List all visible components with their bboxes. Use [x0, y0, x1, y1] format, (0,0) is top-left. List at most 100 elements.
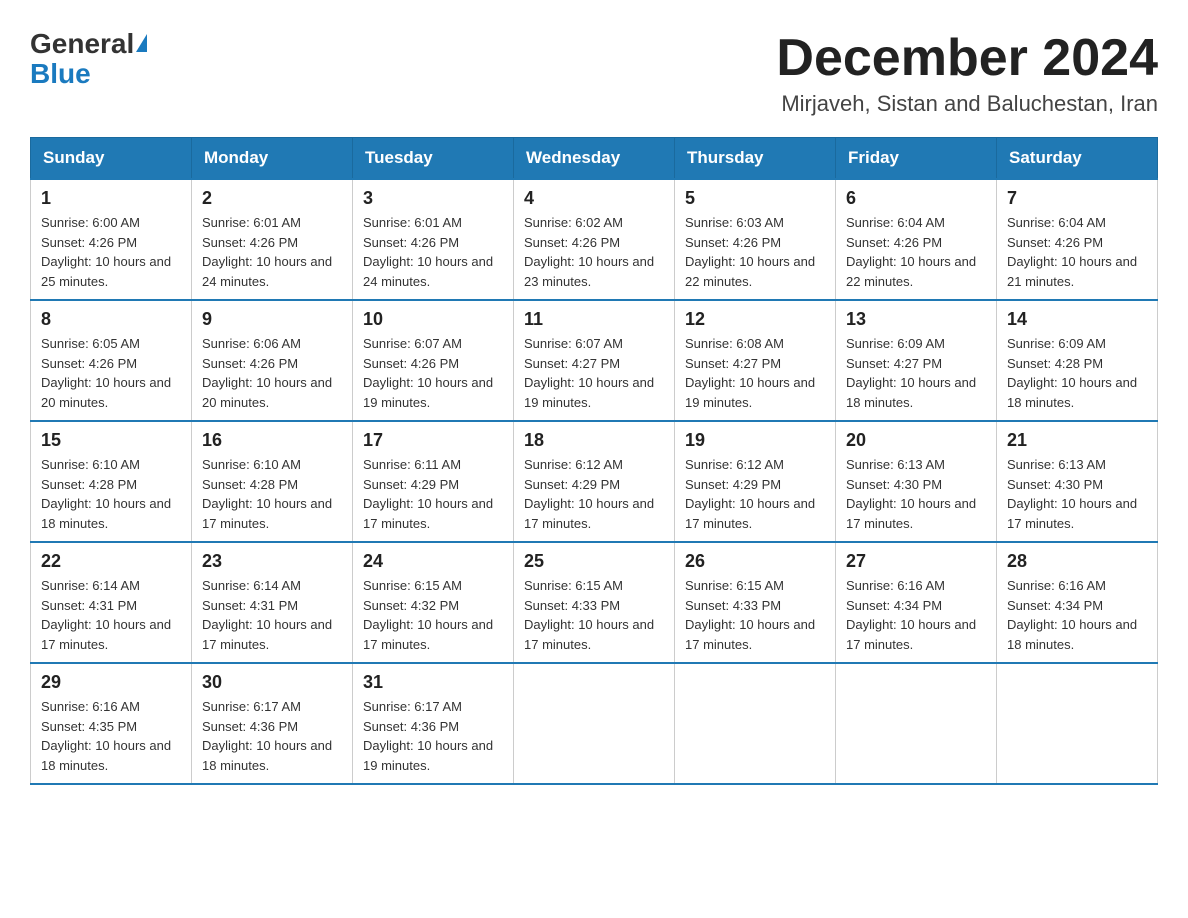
calendar-cell: 31 Sunrise: 6:17 AMSunset: 4:36 PMDaylig…	[353, 663, 514, 784]
day-info: Sunrise: 6:02 AMSunset: 4:26 PMDaylight:…	[524, 215, 654, 289]
day-info: Sunrise: 6:13 AMSunset: 4:30 PMDaylight:…	[1007, 457, 1137, 531]
day-info: Sunrise: 6:00 AMSunset: 4:26 PMDaylight:…	[41, 215, 171, 289]
day-number: 17	[363, 430, 503, 451]
day-number: 22	[41, 551, 181, 572]
day-info: Sunrise: 6:16 AMSunset: 4:34 PMDaylight:…	[846, 578, 976, 652]
week-row-2: 8 Sunrise: 6:05 AMSunset: 4:26 PMDayligh…	[31, 300, 1158, 421]
page-header: General Blue December 2024 Mirjaveh, Sis…	[30, 30, 1158, 117]
day-info: Sunrise: 6:16 AMSunset: 4:35 PMDaylight:…	[41, 699, 171, 773]
week-row-5: 29 Sunrise: 6:16 AMSunset: 4:35 PMDaylig…	[31, 663, 1158, 784]
day-number: 31	[363, 672, 503, 693]
day-number: 26	[685, 551, 825, 572]
calendar-cell: 1 Sunrise: 6:00 AMSunset: 4:26 PMDayligh…	[31, 179, 192, 300]
calendar-cell: 6 Sunrise: 6:04 AMSunset: 4:26 PMDayligh…	[836, 179, 997, 300]
day-info: Sunrise: 6:03 AMSunset: 4:26 PMDaylight:…	[685, 215, 815, 289]
header-wednesday: Wednesday	[514, 138, 675, 180]
header-saturday: Saturday	[997, 138, 1158, 180]
calendar-cell: 5 Sunrise: 6:03 AMSunset: 4:26 PMDayligh…	[675, 179, 836, 300]
week-row-1: 1 Sunrise: 6:00 AMSunset: 4:26 PMDayligh…	[31, 179, 1158, 300]
day-number: 5	[685, 188, 825, 209]
calendar-cell: 23 Sunrise: 6:14 AMSunset: 4:31 PMDaylig…	[192, 542, 353, 663]
day-number: 6	[846, 188, 986, 209]
calendar-cell	[836, 663, 997, 784]
day-number: 16	[202, 430, 342, 451]
day-number: 23	[202, 551, 342, 572]
header-thursday: Thursday	[675, 138, 836, 180]
day-info: Sunrise: 6:01 AMSunset: 4:26 PMDaylight:…	[202, 215, 332, 289]
calendar-cell: 2 Sunrise: 6:01 AMSunset: 4:26 PMDayligh…	[192, 179, 353, 300]
calendar-cell: 3 Sunrise: 6:01 AMSunset: 4:26 PMDayligh…	[353, 179, 514, 300]
day-info: Sunrise: 6:14 AMSunset: 4:31 PMDaylight:…	[41, 578, 171, 652]
calendar-cell: 7 Sunrise: 6:04 AMSunset: 4:26 PMDayligh…	[997, 179, 1158, 300]
header-friday: Friday	[836, 138, 997, 180]
day-info: Sunrise: 6:05 AMSunset: 4:26 PMDaylight:…	[41, 336, 171, 410]
week-row-4: 22 Sunrise: 6:14 AMSunset: 4:31 PMDaylig…	[31, 542, 1158, 663]
calendar-cell: 27 Sunrise: 6:16 AMSunset: 4:34 PMDaylig…	[836, 542, 997, 663]
day-number: 14	[1007, 309, 1147, 330]
day-info: Sunrise: 6:15 AMSunset: 4:33 PMDaylight:…	[685, 578, 815, 652]
day-info: Sunrise: 6:09 AMSunset: 4:28 PMDaylight:…	[1007, 336, 1137, 410]
day-info: Sunrise: 6:06 AMSunset: 4:26 PMDaylight:…	[202, 336, 332, 410]
day-info: Sunrise: 6:16 AMSunset: 4:34 PMDaylight:…	[1007, 578, 1137, 652]
logo: General Blue	[30, 30, 147, 90]
calendar-cell: 12 Sunrise: 6:08 AMSunset: 4:27 PMDaylig…	[675, 300, 836, 421]
calendar-cell: 4 Sunrise: 6:02 AMSunset: 4:26 PMDayligh…	[514, 179, 675, 300]
day-info: Sunrise: 6:08 AMSunset: 4:27 PMDaylight:…	[685, 336, 815, 410]
calendar-table: Sunday Monday Tuesday Wednesday Thursday…	[30, 137, 1158, 785]
day-info: Sunrise: 6:04 AMSunset: 4:26 PMDaylight:…	[1007, 215, 1137, 289]
calendar-cell: 14 Sunrise: 6:09 AMSunset: 4:28 PMDaylig…	[997, 300, 1158, 421]
day-info: Sunrise: 6:01 AMSunset: 4:26 PMDaylight:…	[363, 215, 493, 289]
calendar-cell: 8 Sunrise: 6:05 AMSunset: 4:26 PMDayligh…	[31, 300, 192, 421]
calendar-cell	[675, 663, 836, 784]
day-number: 30	[202, 672, 342, 693]
weekday-header-row: Sunday Monday Tuesday Wednesday Thursday…	[31, 138, 1158, 180]
calendar-cell: 25 Sunrise: 6:15 AMSunset: 4:33 PMDaylig…	[514, 542, 675, 663]
day-info: Sunrise: 6:04 AMSunset: 4:26 PMDaylight:…	[846, 215, 976, 289]
day-info: Sunrise: 6:12 AMSunset: 4:29 PMDaylight:…	[685, 457, 815, 531]
day-number: 4	[524, 188, 664, 209]
calendar-cell: 20 Sunrise: 6:13 AMSunset: 4:30 PMDaylig…	[836, 421, 997, 542]
day-info: Sunrise: 6:10 AMSunset: 4:28 PMDaylight:…	[202, 457, 332, 531]
header-monday: Monday	[192, 138, 353, 180]
day-number: 21	[1007, 430, 1147, 451]
logo-blue: Blue	[30, 58, 91, 90]
month-title: December 2024	[776, 30, 1158, 87]
day-number: 12	[685, 309, 825, 330]
calendar-cell: 17 Sunrise: 6:11 AMSunset: 4:29 PMDaylig…	[353, 421, 514, 542]
calendar-cell: 10 Sunrise: 6:07 AMSunset: 4:26 PMDaylig…	[353, 300, 514, 421]
day-number: 29	[41, 672, 181, 693]
day-number: 9	[202, 309, 342, 330]
day-number: 27	[846, 551, 986, 572]
day-number: 28	[1007, 551, 1147, 572]
day-number: 1	[41, 188, 181, 209]
day-info: Sunrise: 6:17 AMSunset: 4:36 PMDaylight:…	[363, 699, 493, 773]
day-number: 13	[846, 309, 986, 330]
day-info: Sunrise: 6:07 AMSunset: 4:26 PMDaylight:…	[363, 336, 493, 410]
day-number: 20	[846, 430, 986, 451]
day-info: Sunrise: 6:12 AMSunset: 4:29 PMDaylight:…	[524, 457, 654, 531]
day-info: Sunrise: 6:11 AMSunset: 4:29 PMDaylight:…	[363, 457, 493, 531]
day-info: Sunrise: 6:15 AMSunset: 4:32 PMDaylight:…	[363, 578, 493, 652]
calendar-cell: 19 Sunrise: 6:12 AMSunset: 4:29 PMDaylig…	[675, 421, 836, 542]
calendar-cell: 28 Sunrise: 6:16 AMSunset: 4:34 PMDaylig…	[997, 542, 1158, 663]
header-tuesday: Tuesday	[353, 138, 514, 180]
calendar-cell	[514, 663, 675, 784]
calendar-cell: 21 Sunrise: 6:13 AMSunset: 4:30 PMDaylig…	[997, 421, 1158, 542]
calendar-cell: 26 Sunrise: 6:15 AMSunset: 4:33 PMDaylig…	[675, 542, 836, 663]
day-number: 7	[1007, 188, 1147, 209]
calendar-cell: 22 Sunrise: 6:14 AMSunset: 4:31 PMDaylig…	[31, 542, 192, 663]
header-sunday: Sunday	[31, 138, 192, 180]
calendar-cell: 15 Sunrise: 6:10 AMSunset: 4:28 PMDaylig…	[31, 421, 192, 542]
day-info: Sunrise: 6:13 AMSunset: 4:30 PMDaylight:…	[846, 457, 976, 531]
day-info: Sunrise: 6:14 AMSunset: 4:31 PMDaylight:…	[202, 578, 332, 652]
day-info: Sunrise: 6:15 AMSunset: 4:33 PMDaylight:…	[524, 578, 654, 652]
calendar-cell	[997, 663, 1158, 784]
day-info: Sunrise: 6:10 AMSunset: 4:28 PMDaylight:…	[41, 457, 171, 531]
day-number: 18	[524, 430, 664, 451]
calendar-cell: 9 Sunrise: 6:06 AMSunset: 4:26 PMDayligh…	[192, 300, 353, 421]
logo-general: General	[30, 30, 134, 58]
calendar-cell: 11 Sunrise: 6:07 AMSunset: 4:27 PMDaylig…	[514, 300, 675, 421]
day-info: Sunrise: 6:09 AMSunset: 4:27 PMDaylight:…	[846, 336, 976, 410]
day-number: 19	[685, 430, 825, 451]
calendar-cell: 24 Sunrise: 6:15 AMSunset: 4:32 PMDaylig…	[353, 542, 514, 663]
